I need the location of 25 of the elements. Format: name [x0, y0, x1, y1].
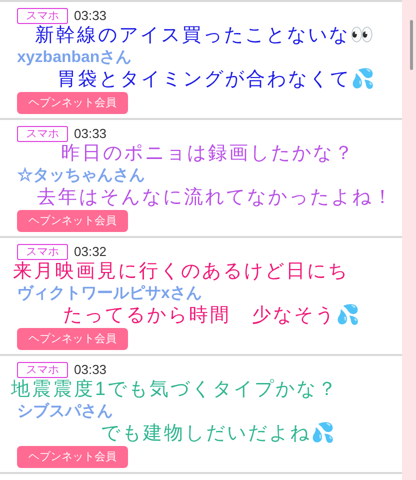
- user-name: xyzbanbanさん: [17, 48, 132, 68]
- caption-text: 新幹線のアイス買ったことないな👀: [35, 24, 376, 48]
- caption-text: 地震震度1でも気づくタイプかな？: [11, 378, 339, 402]
- member-badge: ヘブンネット会員: [17, 446, 128, 468]
- caption-text: たってるから時間 少なそう💦: [63, 304, 362, 328]
- user-name: ヴィクトワールピサxさん: [17, 284, 202, 304]
- device-tag: スマホ: [17, 244, 68, 260]
- user-name: ☆タッちゃんさん: [17, 166, 145, 186]
- device-tag: スマホ: [17, 8, 68, 24]
- device-tag: スマホ: [17, 362, 68, 378]
- caption-text: 去年はそんなに流れてなかったよね！: [37, 186, 394, 210]
- scrollbar: [410, 20, 413, 70]
- post-time: 03:32: [74, 244, 107, 260]
- member-badge: ヘブンネット会員: [17, 328, 128, 350]
- caption-text: でも建物しだいだよね💦: [101, 422, 337, 446]
- caption-text: 胃袋とタイミングが合わなくて💦: [57, 68, 377, 92]
- post-time: 03:33: [74, 126, 107, 142]
- user-name: シブスパさん: [17, 402, 113, 422]
- post-time: 03:33: [74, 362, 107, 378]
- member-badge: ヘブンネット会員: [17, 210, 128, 232]
- caption-text: 来月映画見に行くのあるけど日にち: [13, 260, 349, 284]
- device-tag: スマホ: [17, 126, 68, 142]
- caption-text: 昨日のポニョは録画したかな？: [61, 142, 355, 166]
- member-badge: ヘブンネット会員: [17, 92, 128, 114]
- post-time: 03:33: [74, 8, 107, 24]
